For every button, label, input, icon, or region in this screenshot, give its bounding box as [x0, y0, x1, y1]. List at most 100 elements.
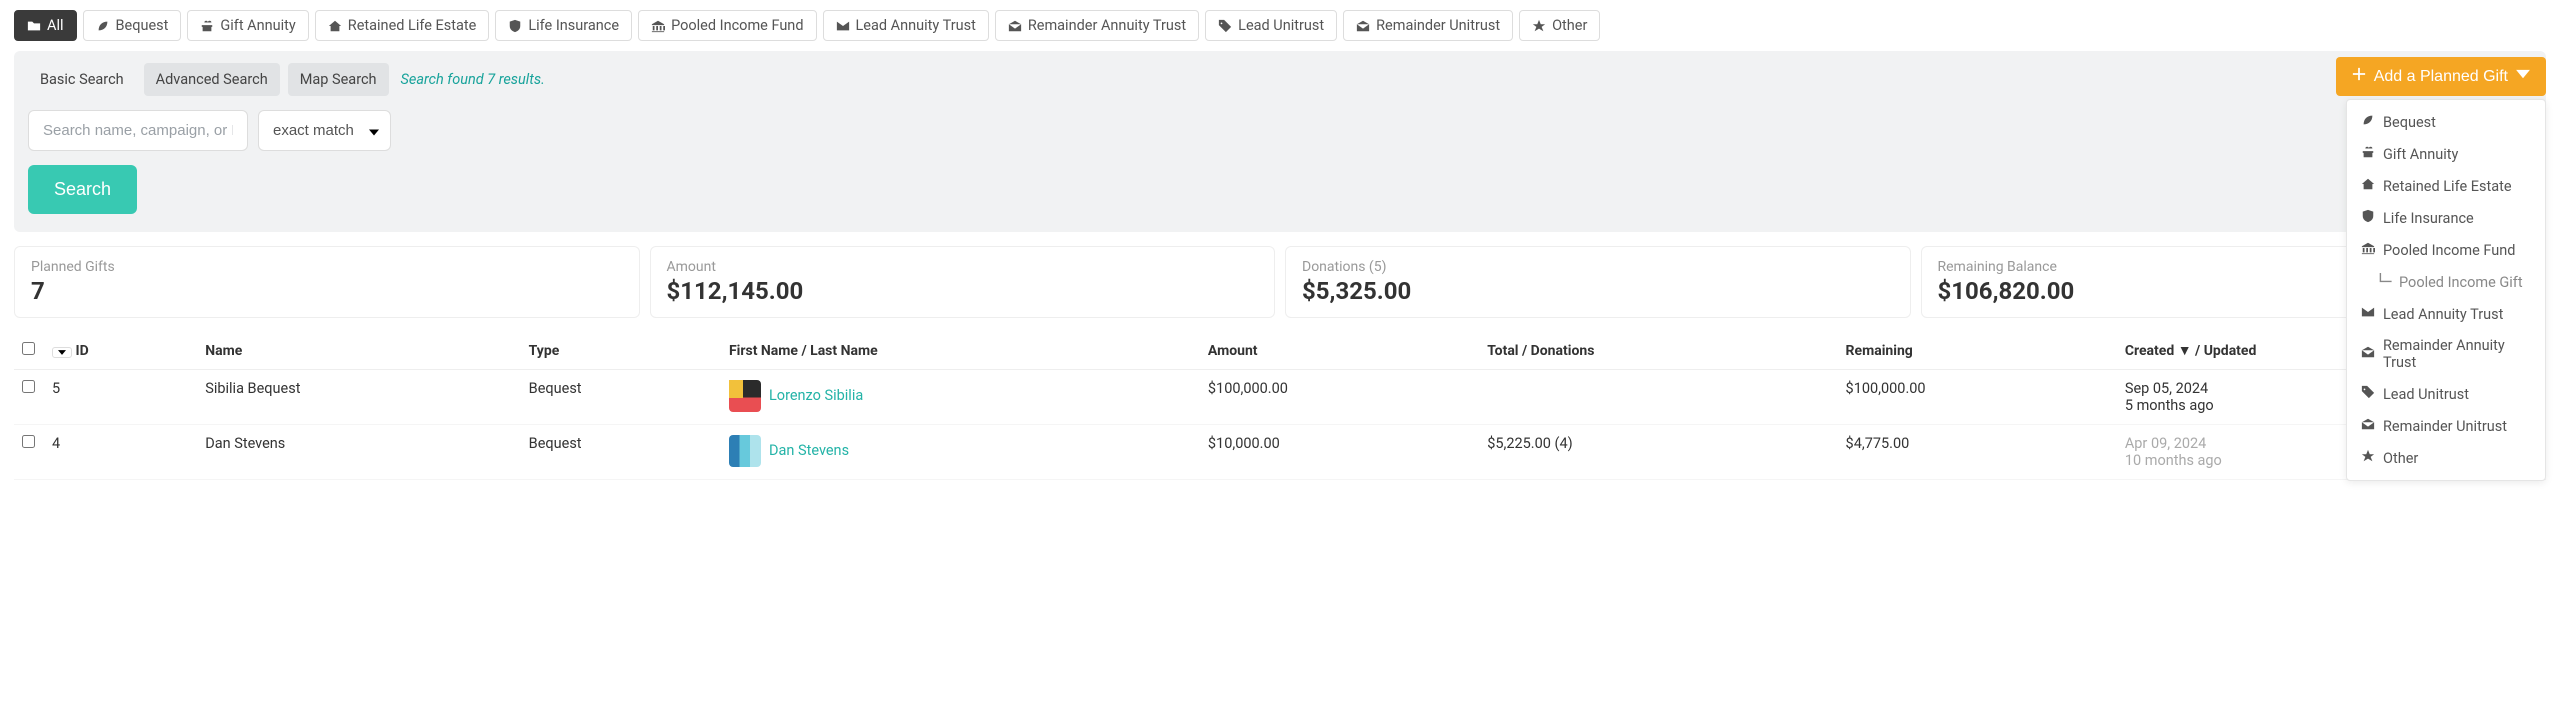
envelope-closed-icon — [836, 19, 850, 33]
col-amount[interactable]: Amount — [1200, 332, 1479, 370]
filter-label: Lead Unitrust — [1238, 17, 1324, 34]
col-remaining[interactable]: Remaining — [1838, 332, 2117, 370]
leaf-icon — [2361, 113, 2375, 131]
stat-planned-gifts: Planned Gifts 7 — [14, 246, 640, 318]
filter-label: Retained Life Estate — [348, 17, 477, 34]
search-input[interactable] — [28, 110, 248, 151]
home-icon — [328, 19, 342, 33]
gift-icon — [2361, 145, 2375, 163]
cell-id: 4 — [44, 425, 197, 480]
stats-row: Planned Gifts 7 Amount $112,145.00 Donat… — [6, 232, 2554, 332]
tab-advanced-search[interactable]: Advanced Search — [144, 63, 280, 96]
cell-remaining: $4,775.00 — [1838, 425, 2117, 480]
dd-lead-annuity[interactable]: Lead Annuity Trust — [2347, 298, 2545, 330]
cell-amount: $10,000.00 — [1200, 425, 1479, 480]
dd-life-insurance[interactable]: Life Insurance — [2347, 202, 2545, 234]
cell-remaining: $100,000.00 — [1838, 370, 2117, 425]
filter-pooled[interactable]: Pooled Income Fund — [638, 10, 816, 41]
caret-down-icon — [2516, 67, 2530, 86]
star-icon — [2361, 449, 2375, 467]
cell-id: 5 — [44, 370, 197, 425]
stat-label: Donations (5) — [1302, 259, 1894, 275]
filter-label: Gift Annuity — [220, 17, 295, 34]
tag-icon — [1218, 19, 1232, 33]
cell-type: Bequest — [521, 425, 721, 480]
col-name[interactable]: Name — [197, 332, 520, 370]
row-checkbox[interactable] — [22, 435, 35, 448]
stat-label: Amount — [667, 259, 1259, 275]
cell-name: Sibilia Bequest — [197, 370, 520, 425]
bank-icon — [2361, 241, 2375, 259]
shield-icon — [2361, 209, 2375, 227]
dd-other[interactable]: Other — [2347, 442, 2545, 474]
filter-life-insurance[interactable]: Life Insurance — [495, 10, 632, 41]
filter-lead-unitrust[interactable]: Lead Unitrust — [1205, 10, 1337, 41]
cell-total: $5,225.00 (4) — [1479, 425, 1837, 480]
filter-pills: All Bequest Gift Annuity Retained Life E… — [6, 0, 2554, 47]
filter-label: Bequest — [116, 17, 169, 34]
dd-remainder-annuity[interactable]: Remainder Annuity Trust — [2347, 330, 2545, 378]
sub-icon — [2379, 273, 2393, 291]
filter-remainder-annuity[interactable]: Remainder Annuity Trust — [995, 10, 1199, 41]
stat-amount: Amount $112,145.00 — [650, 246, 1276, 318]
filter-bequest[interactable]: Bequest — [83, 10, 182, 41]
filter-label: Other — [1552, 17, 1587, 34]
dd-pooled[interactable]: Pooled Income Fund — [2347, 234, 2545, 266]
filter-label: Remainder Annuity Trust — [1028, 17, 1186, 34]
envelope-open-icon — [2361, 417, 2375, 435]
search-panel: Add a Planned Gift Bequest Gift Annuity … — [14, 51, 2546, 232]
cell-type: Bequest — [521, 370, 721, 425]
cell-name: Dan Stevens — [197, 425, 520, 480]
col-total[interactable]: Total / Donations — [1479, 332, 1837, 370]
filter-label: All — [47, 17, 64, 34]
avatar — [729, 380, 761, 412]
gift-icon — [200, 19, 214, 33]
select-all-checkbox[interactable] — [22, 342, 35, 355]
add-planned-gift-button[interactable]: Add a Planned Gift — [2336, 57, 2546, 96]
person-link[interactable]: Dan Stevens — [769, 442, 849, 459]
dd-pooled-sub[interactable]: Pooled Income Gift — [2347, 266, 2545, 298]
person-link[interactable]: Lorenzo Sibilia — [769, 387, 863, 404]
gifts-table: ID Name Type First Name / Last Name Amou… — [14, 332, 2546, 480]
sort-toggle[interactable] — [52, 347, 72, 358]
shield-icon — [508, 19, 522, 33]
dd-remainder-unitrust[interactable]: Remainder Unitrust — [2347, 410, 2545, 442]
filter-gift-annuity[interactable]: Gift Annuity — [187, 10, 308, 41]
home-icon — [2361, 177, 2375, 195]
envelope-closed-icon — [2361, 305, 2375, 323]
filter-label: Pooled Income Fund — [671, 17, 803, 34]
bank-icon — [651, 19, 665, 33]
col-person[interactable]: First Name / Last Name — [721, 332, 1200, 370]
filter-remainder-unitrust[interactable]: Remainder Unitrust — [1343, 10, 1513, 41]
star-icon — [1532, 19, 1546, 33]
row-checkbox[interactable] — [22, 380, 35, 393]
table-row: 5 Sibilia Bequest Bequest Lorenzo Sibili… — [14, 370, 2546, 425]
folder-icon — [27, 19, 41, 33]
filter-lead-annuity[interactable]: Lead Annuity Trust — [823, 10, 989, 41]
stat-donations: Donations (5) $5,325.00 — [1285, 246, 1911, 318]
add-button-label: Add a Planned Gift — [2374, 68, 2508, 86]
col-id[interactable]: ID — [75, 343, 88, 359]
filter-other[interactable]: Other — [1519, 10, 1600, 41]
plus-icon — [2352, 67, 2366, 86]
tag-icon — [2361, 385, 2375, 403]
add-dropdown: Bequest Gift Annuity Retained Life Estat… — [2346, 99, 2546, 481]
tab-map-search[interactable]: Map Search — [288, 63, 389, 96]
results-text: Search found 7 results. — [401, 71, 545, 88]
col-type[interactable]: Type — [521, 332, 721, 370]
leaf-icon — [96, 19, 110, 33]
tab-basic-search[interactable]: Basic Search — [28, 63, 136, 96]
dd-bequest[interactable]: Bequest — [2347, 106, 2545, 138]
table-row: 4 Dan Stevens Bequest Dan Stevens $10,00… — [14, 425, 2546, 480]
filter-label: Lead Annuity Trust — [856, 17, 976, 34]
filter-all[interactable]: All — [14, 10, 77, 41]
match-mode-select[interactable]: exact match — [258, 110, 391, 151]
stat-value: $5,325.00 — [1302, 277, 1894, 305]
dd-lead-unitrust[interactable]: Lead Unitrust — [2347, 378, 2545, 410]
filter-retained[interactable]: Retained Life Estate — [315, 10, 490, 41]
search-button[interactable]: Search — [28, 165, 137, 214]
stat-label: Planned Gifts — [31, 259, 623, 275]
dd-retained[interactable]: Retained Life Estate — [2347, 170, 2545, 202]
stat-value: 7 — [31, 277, 623, 305]
dd-gift-annuity[interactable]: Gift Annuity — [2347, 138, 2545, 170]
